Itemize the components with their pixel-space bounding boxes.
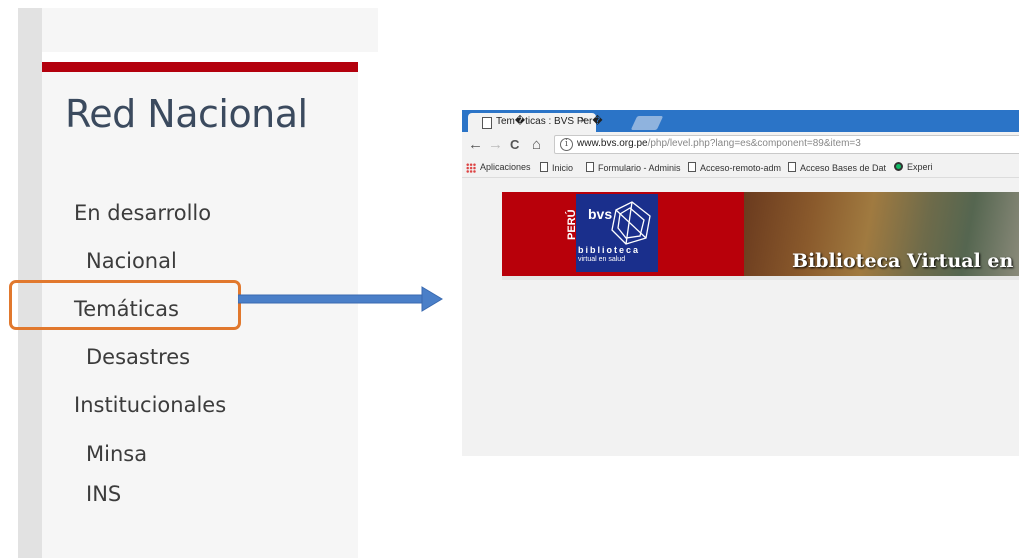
- url-host: www.bvs.org.pe: [577, 138, 648, 149]
- banner-headline: Biblioteca Virtual en Sa: [792, 250, 1019, 272]
- tab-title: Tem�ticas : BVS Per�: [496, 116, 603, 127]
- browser-window: Tem�ticas : BVS Per� × ← → C ⌂ i www.bvs…: [462, 110, 1019, 456]
- new-tab-button[interactable]: [630, 116, 664, 130]
- bvs-label: bvs: [588, 206, 613, 222]
- sidebar-item-nacional[interactable]: Nacional: [86, 249, 177, 273]
- right-arrow-icon: [238, 286, 443, 312]
- reload-icon[interactable]: C: [510, 137, 519, 152]
- back-arrow-icon[interactable]: ←: [468, 136, 483, 153]
- tab-close-icon[interactable]: ×: [580, 115, 586, 127]
- highlight-callout-box: [9, 280, 241, 330]
- bookmark-aplicaciones[interactable]: Aplicaciones: [480, 162, 531, 172]
- virtual-en-salud-label: virtual en salud: [578, 256, 626, 263]
- sidebar-item-minsa[interactable]: Minsa: [86, 442, 147, 466]
- apps-grid-icon: [466, 163, 476, 173]
- home-icon[interactable]: ⌂: [532, 136, 541, 153]
- forward-arrow-icon[interactable]: →: [488, 136, 503, 153]
- bookmark-inicio[interactable]: Inicio: [540, 162, 573, 173]
- sidebar-item-desastres[interactable]: Desastres: [86, 345, 190, 369]
- browser-toolbar: ← → C ⌂ i www.bvs.org.pe/php/level.php?l…: [462, 132, 1019, 158]
- bookmarks-bar: Aplicaciones Inicio Formulario - Adminis…: [462, 158, 1019, 178]
- bookmark-formulario[interactable]: Formulario - Adminis: [586, 162, 681, 173]
- tab-strip: Tem�ticas : BVS Per� ×: [462, 110, 1019, 132]
- sidebar-title: Red Nacional: [65, 92, 308, 136]
- address-bar[interactable]: i www.bvs.org.pe/php/level.php?lang=es&c…: [554, 135, 1019, 154]
- sidebar-item-institucionales[interactable]: Institucionales: [74, 393, 226, 417]
- circle-icon: [894, 162, 903, 171]
- page-icon: [688, 162, 696, 172]
- sidebar-header-blank: [42, 8, 378, 52]
- info-icon[interactable]: i: [560, 138, 573, 151]
- bookmark-acceso-bases[interactable]: Acceso Bases de Dat: [788, 162, 886, 173]
- page-icon: [540, 162, 548, 172]
- page-icon: [482, 117, 492, 129]
- page-icon: [586, 162, 594, 172]
- banner-divider: [502, 276, 1019, 280]
- sidebar-item-en-desarrollo[interactable]: En desarrollo: [74, 201, 211, 225]
- bookmark-acceso-remoto[interactable]: Acceso-remoto-adm: [688, 162, 781, 173]
- url-path: /php/level.php?lang=es&component=89&item…: [647, 138, 861, 149]
- page-icon: [788, 162, 796, 172]
- sidebar-item-ins[interactable]: INS: [86, 482, 121, 506]
- biblioteca-label: biblioteca: [578, 245, 641, 255]
- bookmark-experi[interactable]: Experi: [894, 162, 933, 172]
- browser-tab[interactable]: Tem�ticas : BVS Per� ×: [468, 113, 603, 132]
- peru-label: PERÚ: [566, 209, 578, 240]
